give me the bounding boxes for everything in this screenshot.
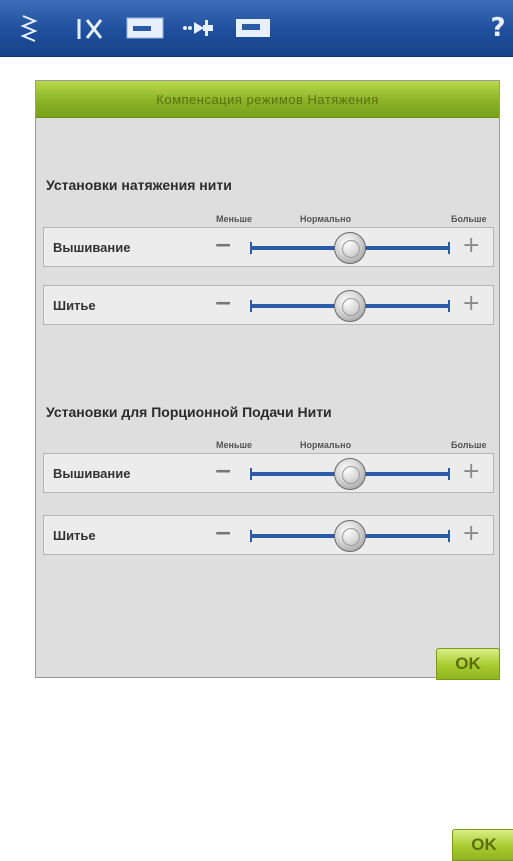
slider-row-embroidery-tension: Вышивание − + bbox=[43, 227, 494, 267]
slider-min-tick bbox=[250, 300, 252, 312]
dialog-header: Компенсация режимов Натяжения bbox=[36, 81, 499, 118]
row-label: Шитье bbox=[53, 298, 96, 313]
increase-button[interactable]: + bbox=[462, 461, 480, 483]
increase-button[interactable]: + bbox=[462, 523, 480, 545]
decrease-button[interactable]: − bbox=[214, 235, 232, 257]
row-label: Вышивание bbox=[53, 466, 131, 481]
needle-position-icon[interactable] bbox=[70, 0, 112, 56]
help-icon[interactable]: ? bbox=[484, 0, 512, 56]
presser-foot-icon[interactable] bbox=[124, 0, 166, 56]
decrease-button[interactable]: − bbox=[214, 461, 232, 483]
tension-compensation-dialog: Компенсация режимов Натяжения Установки … bbox=[35, 80, 500, 680]
slider-row-sewing-tension: Шитье − + bbox=[43, 285, 494, 325]
slider-max-tick bbox=[448, 300, 450, 312]
slider-knob[interactable] bbox=[334, 520, 366, 552]
decrease-button[interactable]: − bbox=[214, 523, 232, 545]
slider-min-tick bbox=[250, 242, 252, 254]
slider-row-sewing-portioning: Шитье − + bbox=[43, 515, 494, 555]
stitch-zigzag-icon[interactable] bbox=[12, 0, 46, 56]
section-title-thread-portioning: Установки для Порционной Подачи Нити bbox=[46, 404, 332, 420]
row-label: Вышивание bbox=[53, 240, 131, 255]
top-toolbar: ? bbox=[0, 0, 513, 57]
slider-min-tick bbox=[250, 530, 252, 542]
increase-button[interactable]: + bbox=[462, 235, 480, 257]
slider-row-embroidery-portioning: Вышивание − + bbox=[43, 453, 494, 493]
scale-label-normal: Нормально bbox=[300, 440, 352, 450]
scale-label-more: Больше bbox=[451, 440, 487, 450]
dialog-ok-button[interactable]: OK bbox=[436, 648, 500, 680]
page-ok-button[interactable]: OK bbox=[452, 829, 513, 861]
slider-knob[interactable] bbox=[334, 458, 366, 490]
scale-label-more: Больше bbox=[451, 214, 487, 224]
slider-max-tick bbox=[448, 530, 450, 542]
slider-max-tick bbox=[448, 468, 450, 480]
slider-knob[interactable] bbox=[334, 232, 366, 264]
scale-label-less: Меньше bbox=[216, 440, 252, 450]
slider-knob[interactable] bbox=[334, 290, 366, 322]
machine-icon[interactable] bbox=[232, 0, 274, 56]
scale-label-normal: Нормально bbox=[300, 214, 352, 224]
scale-label-less: Меньше bbox=[216, 214, 252, 224]
screen: ? Компенсация режимов Натяжения Установк… bbox=[0, 0, 513, 861]
row-label: Шитье bbox=[53, 528, 96, 543]
section-title-thread-tension: Установки натяжения нити bbox=[46, 177, 232, 193]
increase-button[interactable]: + bbox=[462, 293, 480, 315]
decrease-button[interactable]: − bbox=[214, 293, 232, 315]
thread-cutter-icon[interactable] bbox=[178, 0, 218, 56]
slider-max-tick bbox=[448, 242, 450, 254]
slider-min-tick bbox=[250, 468, 252, 480]
dialog-title: Компенсация режимов Натяжения bbox=[156, 91, 379, 107]
